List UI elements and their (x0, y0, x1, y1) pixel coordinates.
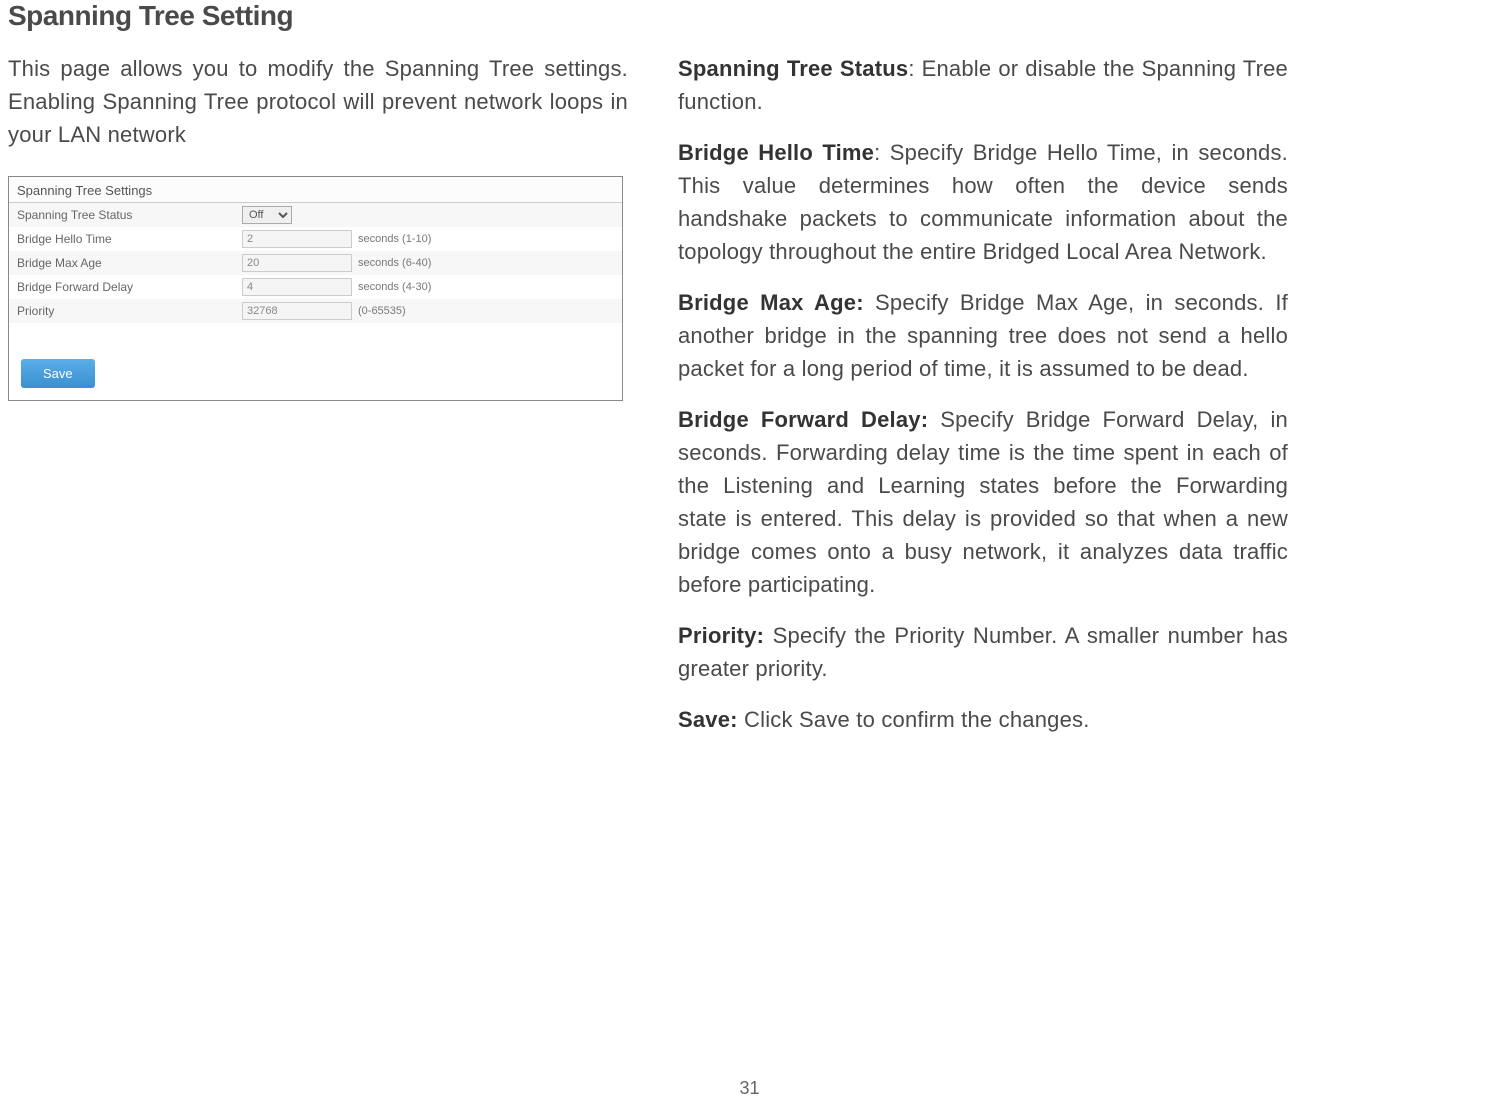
maxage-input[interactable] (242, 254, 352, 272)
save-button[interactable]: Save (21, 359, 95, 388)
def-status-term: Spanning Tree Status (678, 56, 908, 81)
row-priority: Priority (0-65535) (9, 299, 622, 323)
row-status: Spanning Tree Status Off (9, 203, 622, 227)
status-label: Spanning Tree Status (17, 208, 242, 222)
def-hello: Bridge Hello Time: Specify Bridge Hello … (678, 136, 1288, 268)
hello-label: Bridge Hello Time (17, 232, 242, 246)
forward-label: Bridge Forward Delay (17, 280, 242, 294)
priority-input[interactable] (242, 302, 352, 320)
intro-text: This page allows you to modify the Spann… (8, 52, 628, 151)
def-priority-term: Priority: (678, 623, 764, 648)
def-forward-term: Bridge Forward Delay: (678, 407, 928, 432)
panel-header: Spanning Tree Settings (9, 177, 622, 203)
def-forward: Bridge Forward Delay: Specify Bridge For… (678, 403, 1288, 601)
maxage-label: Bridge Max Age (17, 256, 242, 270)
def-maxage-term: Bridge Max Age: (678, 290, 864, 315)
left-column: This page allows you to modify the Spann… (8, 52, 648, 754)
forward-input[interactable] (242, 278, 352, 296)
def-save: Save: Click Save to confirm the changes. (678, 703, 1288, 736)
priority-hint: (0-65535) (358, 305, 406, 317)
maxage-hint: seconds (6-40) (358, 257, 431, 269)
row-hello: Bridge Hello Time seconds (1-10) (9, 227, 622, 251)
hello-input[interactable] (242, 230, 352, 248)
def-priority-text: Specify the Priority Number. A smaller n… (678, 623, 1288, 681)
page-title: Spanning Tree Setting (0, 0, 1499, 32)
right-column: Spanning Tree Status: Enable or disable … (648, 52, 1288, 754)
def-forward-text: Specify Bridge Forward Delay, in seconds… (678, 407, 1288, 597)
priority-label: Priority (17, 304, 242, 318)
hello-hint: seconds (1-10) (358, 233, 431, 245)
def-priority: Priority: Specify the Priority Number. A… (678, 619, 1288, 685)
page-number: 31 (739, 1078, 759, 1099)
def-hello-term: Bridge Hello Time (678, 140, 874, 165)
row-maxage: Bridge Max Age seconds (6-40) (9, 251, 622, 275)
status-select[interactable]: Off (242, 206, 292, 224)
def-save-term: Save: (678, 707, 738, 732)
forward-hint: seconds (4-30) (358, 281, 431, 293)
def-save-text: Click Save to confirm the changes. (738, 707, 1090, 732)
settings-panel: Spanning Tree Settings Spanning Tree Sta… (8, 176, 623, 401)
def-maxage: Bridge Max Age: Specify Bridge Max Age, … (678, 286, 1288, 385)
def-status: Spanning Tree Status: Enable or disable … (678, 52, 1288, 118)
row-forward: Bridge Forward Delay seconds (4-30) (9, 275, 622, 299)
